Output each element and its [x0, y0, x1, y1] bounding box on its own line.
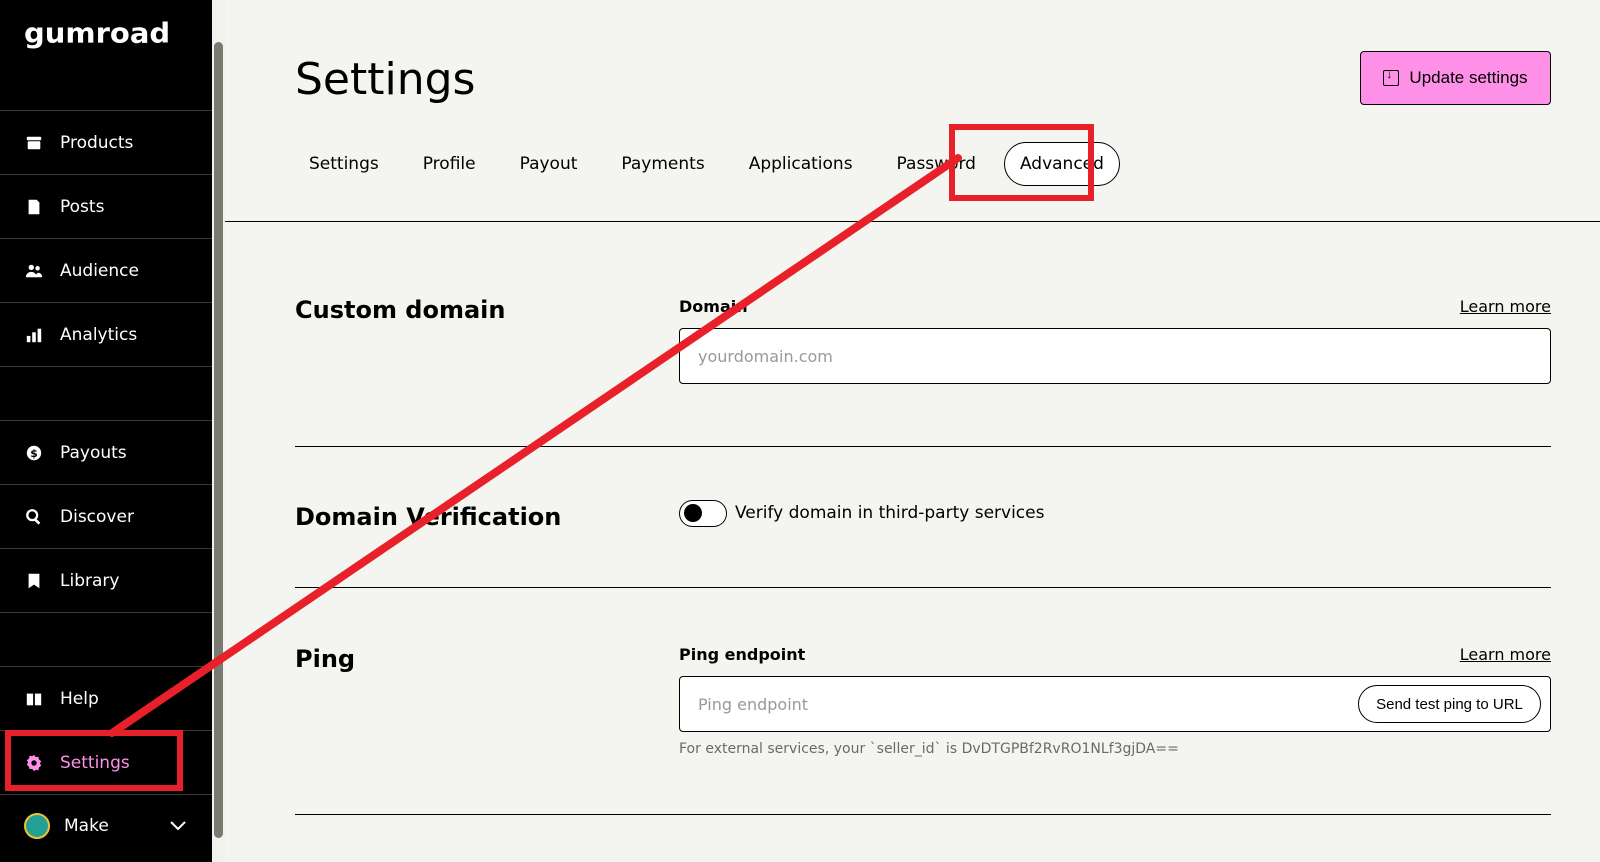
sidebar-item-label: Analytics [60, 324, 138, 345]
sidebar-item-library[interactable]: Library [0, 549, 212, 613]
sidebar: GUMROAD Products Posts Audience Analytic… [0, 0, 212, 862]
section-divider [295, 446, 1551, 447]
sidebar-item-settings[interactable]: Settings [0, 731, 212, 795]
sidebar-item-payouts[interactable]: $ Payouts [0, 421, 212, 485]
sidebar-item-label: Posts [60, 196, 105, 217]
gumroad-logo[interactable]: GUMROAD [0, 0, 212, 111]
domain-input-placeholder: yourdomain.com [698, 346, 833, 366]
tab-settings[interactable]: Settings [293, 142, 395, 186]
tab-payout[interactable]: Payout [504, 142, 594, 186]
sidebar-spacer [0, 613, 212, 667]
verify-domain-toggle[interactable] [679, 500, 727, 527]
domain-verification-title: Domain Verification [295, 503, 562, 531]
sidebar-spacer [0, 367, 212, 421]
tab-applications[interactable]: Applications [733, 142, 869, 186]
sidebar-item-label: Discover [60, 506, 134, 527]
people-icon [24, 261, 44, 281]
account-menu[interactable]: Make [0, 795, 212, 857]
sidebar-item-analytics[interactable]: Analytics [0, 303, 212, 367]
bar-chart-icon [24, 325, 44, 345]
sidebar-item-posts[interactable]: Posts [0, 175, 212, 239]
section-divider [295, 814, 1551, 815]
tab-password[interactable]: Password [881, 142, 992, 186]
tab-profile[interactable]: Profile [407, 142, 492, 186]
sidebar-item-label: Products [60, 132, 134, 153]
custom-domain-learn-more-link[interactable]: Learn more [1460, 297, 1551, 316]
dollar-icon: $ [24, 443, 44, 463]
sidebar-item-label: Settings [60, 752, 130, 773]
ping-learn-more-link[interactable]: Learn more [1460, 645, 1551, 664]
account-name: Make [64, 816, 109, 836]
sidebar-item-audience[interactable]: Audience [0, 239, 212, 303]
domain-label: Domain [679, 297, 748, 316]
update-settings-label: Update settings [1409, 68, 1528, 87]
settings-tabs: Settings Profile Payout Payments Applica… [293, 140, 1132, 188]
archive-icon [24, 133, 44, 153]
book-icon [24, 689, 44, 709]
search-icon [24, 507, 44, 527]
section-divider [295, 587, 1551, 588]
tab-advanced[interactable]: Advanced [1003, 142, 1120, 186]
ping-endpoint-label: Ping endpoint [679, 645, 806, 664]
sidebar-item-products[interactable]: Products [0, 111, 212, 175]
avatar [24, 813, 50, 839]
custom-domain-title: Custom domain [295, 296, 506, 324]
domain-input[interactable]: yourdomain.com [679, 328, 1551, 384]
ping-title: Ping [295, 645, 356, 673]
sidebar-item-discover[interactable]: Discover [0, 485, 212, 549]
chevron-down-icon [170, 816, 186, 836]
sidebar-item-label: Audience [60, 260, 139, 281]
save-icon [1383, 67, 1400, 86]
page-title: Settings [295, 54, 476, 105]
verify-domain-label: Verify domain in third-party services [735, 503, 1045, 523]
svg-text:$: $ [30, 447, 38, 460]
sidebar-item-label: Help [60, 688, 99, 709]
tabs-divider [225, 221, 1600, 222]
ping-endpoint-placeholder: Ping endpoint [698, 694, 809, 714]
seller-id-help-text: For external services, your `seller_id` … [679, 741, 1179, 757]
sidebar-item-help[interactable]: Help [0, 667, 212, 731]
send-test-ping-button[interactable]: Send test ping to URL [1358, 685, 1541, 723]
sidebar-item-label: Library [60, 570, 120, 591]
tab-payments[interactable]: Payments [605, 142, 720, 186]
sidebar-scrollbar-thumb[interactable] [214, 42, 223, 838]
toggle-knob [684, 504, 702, 522]
document-icon [24, 197, 44, 217]
bookmark-icon [24, 571, 44, 591]
sidebar-item-label: Payouts [60, 442, 127, 463]
main-content: Settings Update settings Settings Profil… [225, 0, 1600, 862]
gear-icon [24, 753, 44, 773]
update-settings-button[interactable]: Update settings [1360, 51, 1551, 105]
